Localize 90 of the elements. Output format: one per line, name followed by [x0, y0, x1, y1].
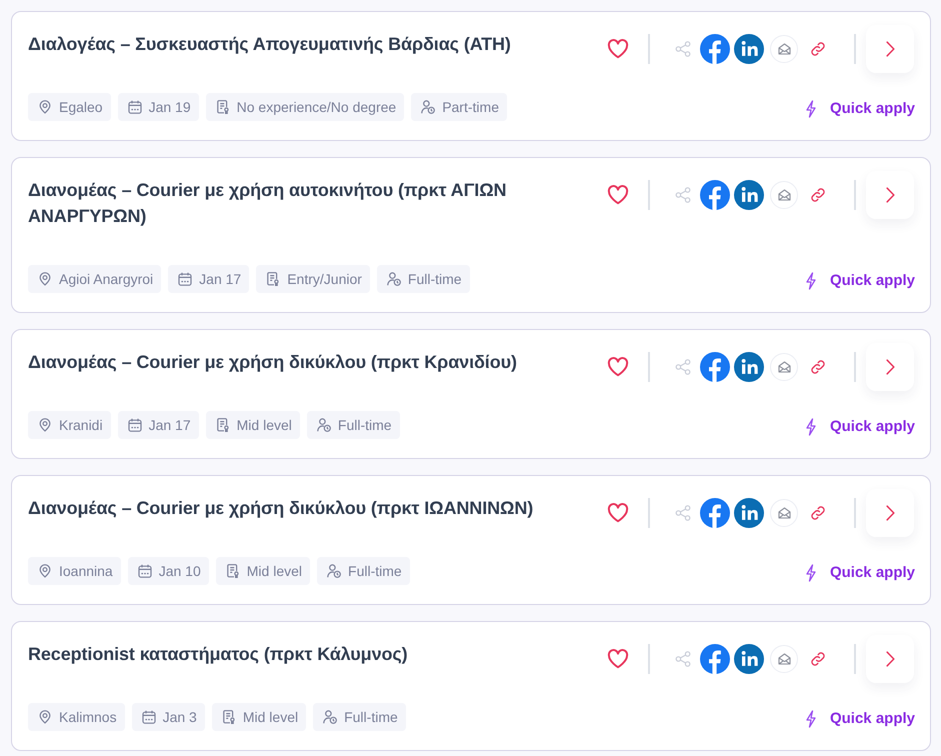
email-button[interactable] [770, 35, 798, 63]
facebook-icon[interactable] [700, 498, 730, 528]
share-icon [675, 651, 691, 667]
link-icon [809, 358, 827, 376]
pin-icon [38, 100, 52, 114]
level-text: Entry/Junior [287, 270, 362, 289]
date-text: Jan 3 [162, 708, 197, 726]
share-icon [675, 359, 691, 375]
job-title[interactable]: Διαλογέας – Συσκευαστής Απογευματινής Βάρδιας (ΑΤΗ) [28, 31, 594, 57]
chevron-right-icon [886, 359, 894, 375]
facebook-icon[interactable] [700, 352, 730, 382]
certificate-icon [226, 564, 240, 578]
linkedin-icon[interactable] [734, 352, 764, 382]
chevron-right-icon [886, 187, 894, 203]
calendar-icon [128, 418, 142, 432]
calendar-icon [128, 100, 142, 114]
share-icon [675, 41, 691, 57]
link-icon [809, 650, 827, 668]
chevron-right-icon [886, 505, 894, 521]
linkedin-icon[interactable] [734, 34, 764, 64]
calendar-icon [142, 710, 156, 724]
date-text: Jan 10 [158, 562, 201, 580]
date-text: Jan 17 [199, 270, 242, 288]
location-text: Kalimnos [59, 708, 117, 726]
email-button[interactable] [770, 645, 798, 673]
location-text: Ioannina [59, 562, 113, 580]
level-text: Mid level [236, 416, 292, 434]
lightning-icon [804, 710, 817, 728]
quick-apply-button[interactable]: Quick apply [804, 97, 915, 121]
link-icon [809, 504, 827, 522]
chevron-right-icon [886, 41, 894, 57]
envelope-icon [778, 507, 790, 519]
certificate-icon [216, 418, 230, 432]
certificate-icon [222, 710, 236, 724]
share-icon [675, 187, 691, 203]
email-button[interactable] [770, 181, 798, 209]
pin-icon [38, 710, 52, 724]
envelope-icon [778, 189, 790, 201]
location-text: Agioi Anargyroi [59, 270, 154, 289]
schedule-text: Full-time [408, 270, 462, 288]
chevron-right-icon [886, 651, 894, 667]
quick-apply-button[interactable]: Quick apply [804, 561, 915, 585]
level-text: Mid level [242, 708, 298, 726]
person-clock-icon [421, 100, 436, 114]
schedule-text: Part-time [442, 98, 499, 116]
lightning-icon [804, 564, 817, 582]
linkedin-icon[interactable] [734, 498, 764, 528]
level-text: Mid level [246, 562, 302, 580]
person-clock-icon [316, 418, 331, 432]
quick-apply-button[interactable]: Quick apply [804, 269, 915, 293]
schedule-text: Full-time [344, 708, 398, 726]
person-clock-icon [327, 564, 342, 578]
envelope-icon [778, 43, 790, 55]
date-text: Jan 19 [148, 98, 191, 116]
lightning-icon [804, 100, 817, 118]
person-clock-icon [323, 710, 338, 724]
quick-apply-button[interactable]: Quick apply [804, 707, 915, 731]
job-title[interactable]: Receptionist καταστήματος (πρκτ Κάλυμνος) [28, 641, 594, 667]
pin-icon [38, 418, 52, 432]
certificate-icon [266, 272, 280, 286]
schedule-text: Full-time [338, 416, 392, 434]
facebook-icon[interactable] [700, 34, 730, 64]
lightning-icon [804, 272, 817, 290]
lightning-icon [804, 418, 817, 436]
location-text: Kranidi [59, 416, 103, 434]
linkedin-icon[interactable] [734, 180, 764, 210]
pin-icon [38, 564, 52, 578]
envelope-icon [778, 653, 790, 665]
certificate-icon [216, 100, 230, 114]
schedule-text: Full-time [348, 562, 402, 580]
calendar-icon [178, 272, 192, 286]
job-title[interactable]: Διανομέας – Courier με χρήση αυτοκινήτου (πρκτ ΑΓΙΩΝ ΑΝΑΡΓΥΡΩΝ) [28, 177, 594, 229]
quick-apply-button[interactable]: Quick apply [804, 415, 915, 439]
level-text: No experience/No degree [236, 98, 396, 117]
date-text: Jan 17 [148, 416, 191, 434]
email-button[interactable] [770, 499, 798, 527]
calendar-icon [138, 564, 152, 578]
link-icon [809, 186, 827, 204]
envelope-icon [778, 361, 790, 373]
job-title[interactable]: Διανομέας – Courier με χρήση δικύκλου (πρκτ ΙΩΑΝΝΙΝΩΝ) [28, 495, 594, 521]
link-icon [809, 40, 827, 58]
job-title[interactable]: Διανομέας – Courier με χρήση δικύκλου (πρκτ Κρανιδίου) [28, 349, 594, 375]
person-clock-icon [386, 272, 401, 286]
pin-icon [38, 272, 52, 286]
share-icon [675, 505, 691, 521]
email-button[interactable] [770, 353, 798, 381]
linkedin-icon[interactable] [734, 644, 764, 674]
facebook-icon[interactable] [700, 644, 730, 674]
facebook-icon[interactable] [700, 180, 730, 210]
location-text: Egaleo [59, 98, 103, 117]
